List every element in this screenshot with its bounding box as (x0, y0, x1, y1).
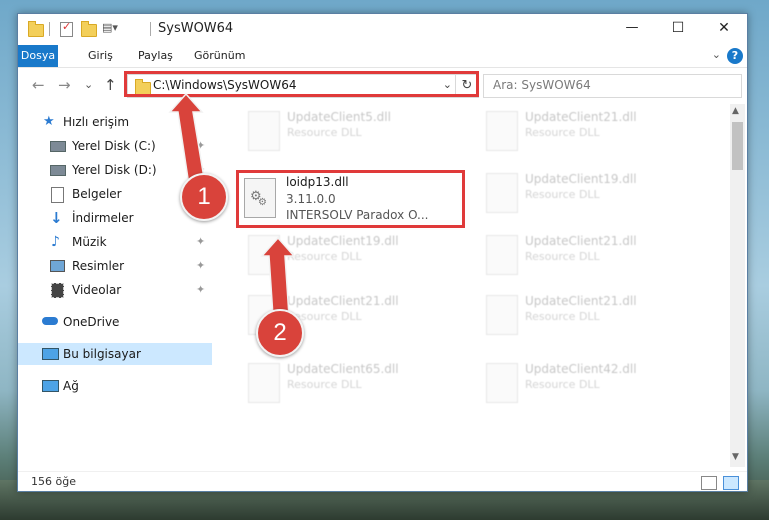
step-badge-1: 1 (180, 173, 228, 221)
step-badge-2: 2 (256, 309, 304, 357)
arrow-2 (260, 236, 296, 317)
annotation-arrows (168, 92, 296, 317)
